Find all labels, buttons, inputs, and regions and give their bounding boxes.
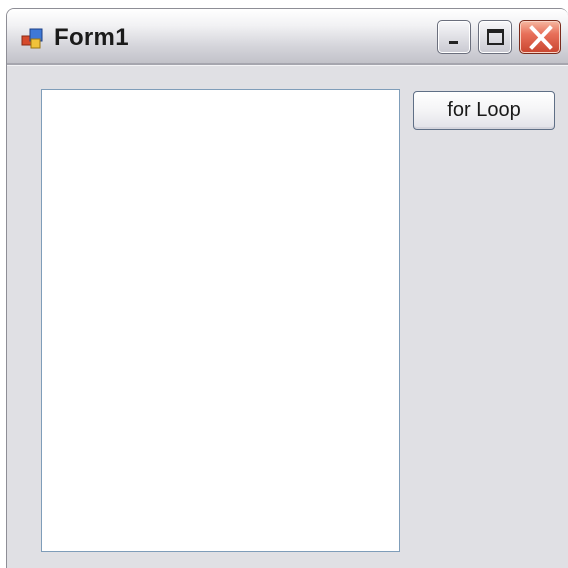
- close-icon: [529, 25, 553, 50]
- winforms-app-icon: [21, 28, 43, 49]
- maximize-button[interactable]: [478, 20, 512, 54]
- form1-window: Form1 for Loop: [6, 8, 568, 568]
- title-bar[interactable]: Form1: [7, 9, 568, 65]
- minimize-button[interactable]: [437, 20, 471, 54]
- output-listbox[interactable]: [41, 89, 400, 552]
- window-title: Form1: [54, 24, 129, 51]
- maximize-icon: [487, 29, 504, 45]
- minimize-icon: [449, 41, 458, 44]
- close-button[interactable]: [519, 20, 561, 54]
- for-loop-button[interactable]: for Loop: [413, 91, 555, 130]
